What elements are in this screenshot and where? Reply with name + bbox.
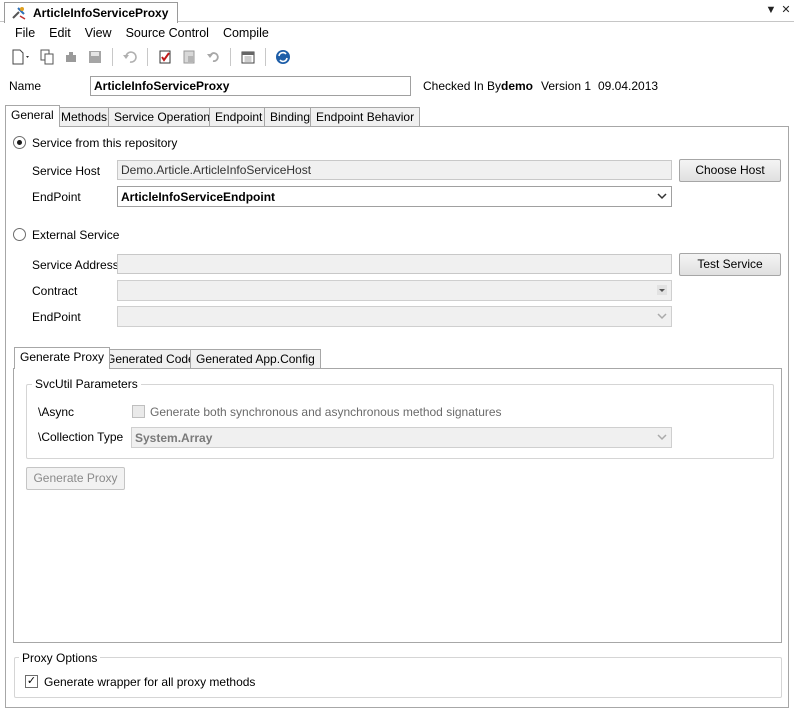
toolbar-separator xyxy=(147,48,148,66)
external-endpoint-select[interactable] xyxy=(117,306,672,327)
toolbar xyxy=(0,43,794,71)
revert-icon xyxy=(207,52,219,62)
tab-endpoint[interactable]: Endpoint xyxy=(209,107,269,127)
service-proxy-icon xyxy=(12,7,26,20)
tab-general[interactable]: General xyxy=(5,105,60,127)
save-icon xyxy=(89,51,101,63)
generate-wrapper-label: Generate wrapper for all proxy methods xyxy=(44,675,256,689)
collection-type-select[interactable]: System.Array xyxy=(131,427,672,448)
endpoint-select[interactable]: ArticleInfoServiceEndpoint xyxy=(117,186,672,207)
generate-wrapper-checkbox[interactable]: ✓ xyxy=(25,675,38,688)
chevron-down-icon xyxy=(657,434,667,441)
tab-list-dropdown-icon[interactable]: ▼ xyxy=(764,3,778,17)
checked-in-by-user: demo xyxy=(501,79,534,93)
tab-generated-app-config[interactable]: Generated App.Config xyxy=(190,349,321,369)
choose-host-button[interactable]: Choose Host xyxy=(679,159,781,182)
refresh-button[interactable] xyxy=(272,46,294,68)
menu-source-control[interactable]: Source Control xyxy=(119,26,216,40)
menu-file[interactable]: File xyxy=(8,26,42,40)
undo-button[interactable] xyxy=(119,46,141,68)
service-host-label: Service Host xyxy=(32,164,101,178)
name-field[interactable]: ArticleInfoServiceProxy xyxy=(90,76,411,96)
version-text: Version 1 xyxy=(541,79,592,93)
new-button[interactable] xyxy=(8,46,34,68)
save-button[interactable] xyxy=(84,46,106,68)
contract-select[interactable] xyxy=(117,280,672,301)
service-from-repository-label: Service from this repository xyxy=(32,136,178,150)
menu-bar: File Edit View Source Control Compile xyxy=(0,22,794,43)
copy-icon xyxy=(40,49,54,65)
svcutil-parameters-title: SvcUtil Parameters xyxy=(32,377,141,391)
chevron-down-icon xyxy=(657,313,667,320)
refresh-icon xyxy=(276,50,290,64)
service-address-label: Service Address xyxy=(32,258,119,272)
proxy-options-title: Proxy Options xyxy=(19,651,101,665)
plugin-button[interactable] xyxy=(60,46,82,68)
checkout-icon xyxy=(183,50,195,64)
undo-icon xyxy=(123,51,137,63)
checkin-icon xyxy=(159,50,171,64)
calendar-button[interactable] xyxy=(237,46,259,68)
tab-endpoint-behavior[interactable]: Endpoint Behavior xyxy=(310,107,421,127)
test-service-button[interactable]: Test Service xyxy=(679,253,781,276)
name-label: Name xyxy=(9,79,42,93)
collection-type-value: System.Array xyxy=(135,431,213,445)
menu-edit[interactable]: Edit xyxy=(42,26,78,40)
external-service-label: External Service xyxy=(32,228,120,242)
document-tab[interactable]: ArticleInfoServiceProxy xyxy=(4,2,178,23)
tab-binding[interactable]: Binding xyxy=(264,107,317,127)
service-address-field[interactable] xyxy=(117,254,672,274)
external-endpoint-label: EndPoint xyxy=(32,310,81,324)
service-from-repository-radio[interactable] xyxy=(13,136,26,149)
endpoint-label: EndPoint xyxy=(32,190,81,204)
tab-service-operations[interactable]: Service Operations xyxy=(108,107,223,127)
external-service-radio[interactable] xyxy=(13,228,26,241)
menu-view[interactable]: View xyxy=(78,26,119,40)
generate-proxy-button[interactable]: Generate Proxy xyxy=(26,467,125,490)
toolbar-separator xyxy=(112,48,113,66)
async-label: \Async xyxy=(38,405,75,419)
collection-type-label: \Collection Type xyxy=(38,430,124,444)
dropdown-arrow-icon xyxy=(657,285,667,295)
checkin-button[interactable] xyxy=(154,46,176,68)
chevron-down-icon xyxy=(657,193,667,200)
copy-button[interactable] xyxy=(36,46,58,68)
new-icon xyxy=(12,49,29,65)
service-host-field[interactable]: Demo.Article.ArticleInfoServiceHost xyxy=(117,160,672,180)
contract-label: Contract xyxy=(32,284,78,298)
date-text: 09.04.2013 xyxy=(598,79,659,93)
plugin-icon xyxy=(66,52,76,62)
tab-methods[interactable]: Methods xyxy=(55,107,114,127)
calendar-icon xyxy=(241,51,255,64)
toolbar-separator xyxy=(230,48,231,66)
async-checkbox-label: Generate both synchronous and asynchrono… xyxy=(150,405,502,419)
async-checkbox[interactable] xyxy=(132,405,145,418)
document-tab-title: ArticleInfoServiceProxy xyxy=(33,6,169,20)
revert-button[interactable] xyxy=(202,46,224,68)
checked-in-by-label: Checked In By xyxy=(423,79,502,93)
checkout-button[interactable] xyxy=(178,46,200,68)
toolbar-separator xyxy=(265,48,266,66)
tab-generated-code[interactable]: Generated Code xyxy=(100,349,201,369)
menu-compile[interactable]: Compile xyxy=(216,26,276,40)
endpoint-select-value: ArticleInfoServiceEndpoint xyxy=(121,190,276,204)
tab-generate-proxy[interactable]: Generate Proxy xyxy=(14,347,111,369)
close-icon[interactable]: ✕ xyxy=(779,3,793,17)
